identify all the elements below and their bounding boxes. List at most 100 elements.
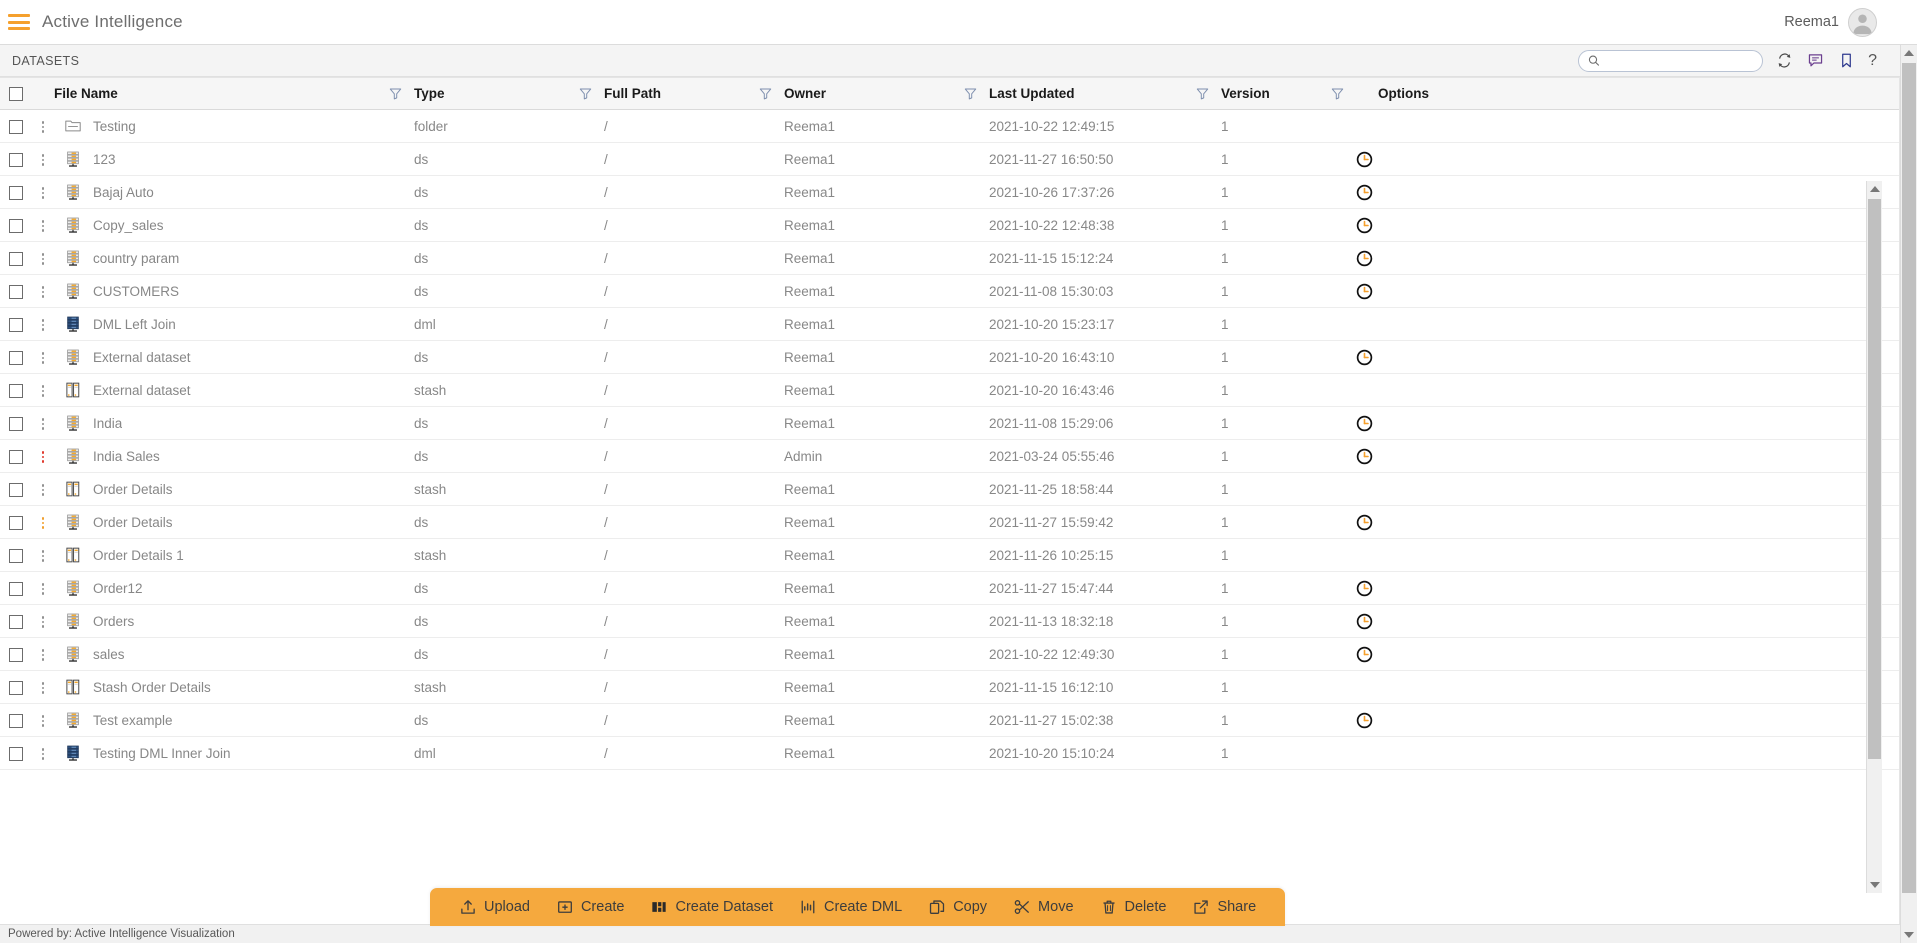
user-avatar-icon[interactable] [1848, 7, 1877, 37]
row-checkbox[interactable] [9, 581, 23, 596]
row-kebab-menu-icon[interactable] [41, 286, 45, 298]
filter-icon-last-updated[interactable] [1196, 87, 1209, 100]
row-kebab-menu-icon[interactable] [41, 253, 45, 265]
file-name-label[interactable]: Testing [93, 119, 136, 134]
table-row[interactable]: Order12 ds / Reema1 2021-11-27 15:47:44 1 [0, 571, 1899, 605]
row-kebab-menu-icon[interactable] [41, 418, 45, 430]
file-name-label[interactable]: Order Details [93, 482, 173, 497]
table-row[interactable]: Testing DML Inner Join dml / Reema1 2021-10-… [0, 736, 1899, 770]
action-create-dataset-button[interactable]: Create Dataset [637, 888, 786, 926]
schedule-clock-icon[interactable] [1356, 184, 1373, 201]
select-all-checkbox[interactable] [9, 86, 23, 101]
row-kebab-menu-icon[interactable] [41, 451, 45, 463]
schedule-clock-icon[interactable] [1356, 151, 1373, 168]
filter-icon-owner[interactable] [964, 87, 977, 100]
row-checkbox[interactable] [9, 185, 23, 200]
action-create-dml-button[interactable]: Create DML [786, 888, 915, 926]
row-kebab-menu-icon[interactable] [41, 187, 45, 199]
row-kebab-menu-icon[interactable] [41, 484, 45, 496]
row-checkbox[interactable] [9, 218, 23, 233]
table-row[interactable]: Test example ds / Reema1 2021-11-27 15:02:38… [0, 703, 1899, 737]
row-kebab-menu-icon[interactable] [41, 121, 45, 133]
table-row[interactable]: Stash Order Details stash / Reema1 2021-11-1… [0, 670, 1899, 704]
row-checkbox[interactable] [9, 515, 23, 530]
action-copy-button[interactable]: Copy [915, 888, 1000, 926]
table-row[interactable]: country param ds / Reema1 2021-11-15 15:12:2… [0, 241, 1899, 275]
action-upload-button[interactable]: Upload [446, 888, 543, 926]
file-name-label[interactable]: External dataset [93, 350, 191, 365]
file-name-label[interactable]: Order Details [93, 515, 173, 530]
row-kebab-menu-icon[interactable] [41, 385, 45, 397]
filter-icon-full-path[interactable] [759, 87, 772, 100]
row-checkbox[interactable] [9, 746, 23, 761]
table-scroll-down-arrow[interactable] [1867, 877, 1882, 893]
header-full-path[interactable]: Full Path [604, 77, 784, 110]
file-name-label[interactable]: country param [93, 251, 179, 266]
page-vertical-scrollbar[interactable] [1900, 45, 1917, 943]
row-checkbox[interactable] [9, 482, 23, 497]
file-name-label[interactable]: Orders [93, 614, 134, 629]
schedule-clock-icon[interactable] [1356, 712, 1373, 729]
action-create-button[interactable]: Create [543, 888, 638, 926]
row-checkbox[interactable] [9, 284, 23, 299]
file-name-label[interactable]: External dataset [93, 383, 191, 398]
file-name-label[interactable]: CUSTOMERS [93, 284, 179, 299]
page-scroll-up-arrow[interactable] [1901, 45, 1917, 61]
table-row[interactable]: Bajaj Auto ds / Reema1 2021-10-26 17:37:26 1 [0, 175, 1899, 209]
row-checkbox[interactable] [9, 416, 23, 431]
table-scroll-up-arrow[interactable] [1867, 181, 1882, 197]
bookmark-icon[interactable] [1837, 51, 1856, 70]
table-row[interactable]: India Sales ds / Admin 2021-03-24 05:55:46 1 [0, 439, 1899, 473]
file-name-label[interactable]: 123 [93, 152, 116, 167]
table-row[interactable]: sales ds / Reema1 2021-10-22 12:49:30 1 [0, 637, 1899, 671]
header-type[interactable]: Type [414, 77, 604, 110]
file-name-label[interactable]: Testing DML Inner Join [93, 746, 231, 761]
table-row[interactable]: Order Details 1 stash / Reema1 2021-11-26 10… [0, 538, 1899, 572]
file-name-label[interactable]: Order12 [93, 581, 143, 596]
schedule-clock-icon[interactable] [1356, 580, 1373, 597]
file-name-label[interactable]: Order Details 1 [93, 548, 184, 563]
row-kebab-menu-icon[interactable] [41, 319, 45, 331]
action-move-button[interactable]: Move [1000, 888, 1086, 926]
row-kebab-menu-icon[interactable] [41, 220, 45, 232]
table-row[interactable]: DML Left Join dml / Reema1 2021-10-20 15:23:… [0, 307, 1899, 341]
search-box[interactable] [1578, 49, 1764, 72]
row-kebab-menu-icon[interactable] [41, 748, 45, 760]
page-scrollbar-thumb[interactable] [1902, 63, 1916, 893]
table-row[interactable]: Order Details ds / Reema1 2021-11-27 15:59:4… [0, 505, 1899, 539]
row-kebab-menu-icon[interactable] [41, 649, 45, 661]
row-kebab-menu-icon[interactable] [41, 154, 45, 166]
file-name-label[interactable]: Copy_sales [93, 218, 164, 233]
table-row[interactable]: 123 ds / Reema1 2021-11-27 16:50:50 1 [0, 142, 1899, 176]
search-input[interactable] [1604, 52, 1754, 69]
action-delete-button[interactable]: Delete [1087, 888, 1180, 926]
table-row[interactable]: Orders ds / Reema1 2021-11-13 18:32:18 1 [0, 604, 1899, 638]
header-owner[interactable]: Owner [784, 77, 989, 110]
row-checkbox[interactable] [9, 449, 23, 464]
row-kebab-menu-icon[interactable] [41, 517, 45, 529]
row-kebab-menu-icon[interactable] [41, 583, 45, 595]
row-checkbox[interactable] [9, 152, 23, 167]
row-kebab-menu-icon[interactable] [41, 616, 45, 628]
table-scrollbar-thumb[interactable] [1868, 199, 1881, 759]
header-version[interactable]: Version [1221, 77, 1356, 110]
row-checkbox[interactable] [9, 647, 23, 662]
row-checkbox[interactable] [9, 548, 23, 563]
filter-icon-version[interactable] [1331, 87, 1344, 100]
row-checkbox[interactable] [9, 350, 23, 365]
row-kebab-menu-icon[interactable] [41, 352, 45, 364]
schedule-clock-icon[interactable] [1356, 448, 1373, 465]
row-checkbox[interactable] [9, 614, 23, 629]
file-name-label[interactable]: DML Left Join [93, 317, 176, 332]
refresh-icon[interactable] [1775, 51, 1794, 70]
row-checkbox[interactable] [9, 713, 23, 728]
schedule-clock-icon[interactable] [1356, 646, 1373, 663]
row-checkbox[interactable] [9, 119, 23, 134]
table-row[interactable]: Copy_sales ds / Reema1 2021-10-22 12:48:38 1 [0, 208, 1899, 242]
row-checkbox[interactable] [9, 251, 23, 266]
row-kebab-menu-icon[interactable] [41, 550, 45, 562]
filter-icon-type[interactable] [579, 87, 592, 100]
row-kebab-menu-icon[interactable] [41, 682, 45, 694]
file-name-label[interactable]: sales [93, 647, 125, 662]
file-name-label[interactable]: India Sales [93, 449, 160, 464]
